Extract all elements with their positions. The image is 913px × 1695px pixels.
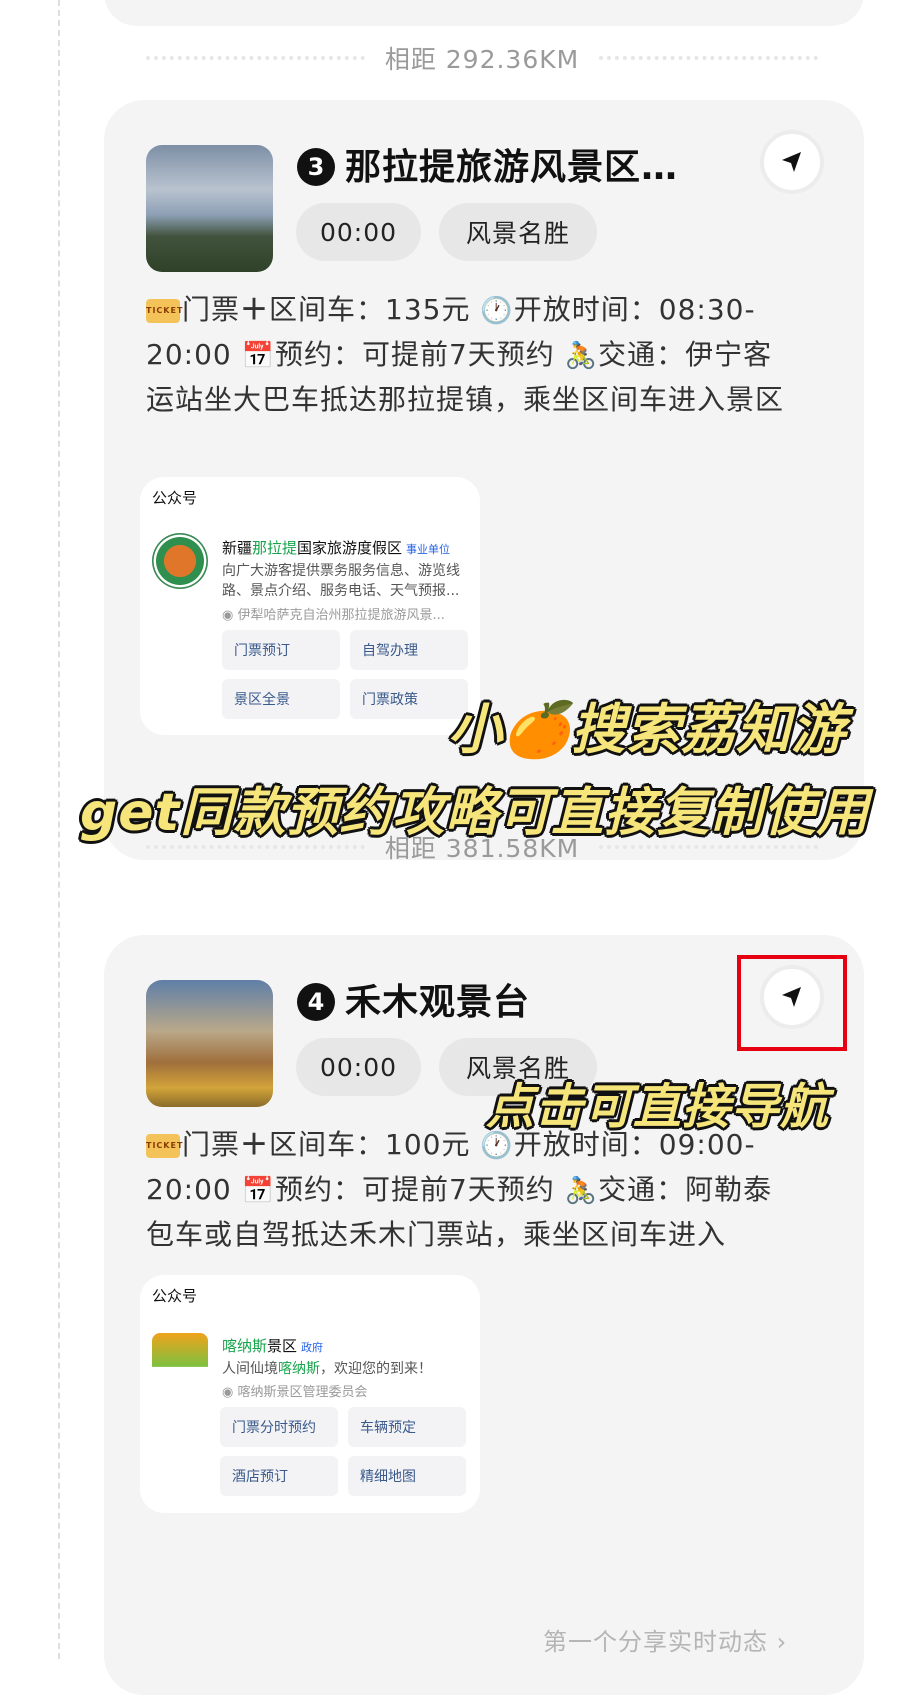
spot-number-badge: 4: [297, 983, 335, 1021]
desc-prefix: 人间仙境: [222, 1361, 278, 1377]
official-account-label: 公众号: [152, 489, 198, 507]
desc-highlight: 喀纳斯: [278, 1361, 320, 1377]
promo-prefix: 小: [448, 698, 503, 761]
self-drive-button[interactable]: 自驾办理: [350, 630, 468, 670]
navigation-arrow-icon: [782, 152, 801, 172]
desc-suffix: ，欢迎您的到来！: [320, 1361, 432, 1377]
ticket-label: 门票: [182, 1128, 241, 1161]
ticket-label: 门票: [182, 293, 241, 326]
navigate-highlight-box: [737, 955, 847, 1051]
verified-badge-icon: ◉: [222, 1385, 238, 1400]
plus-sign: ＋: [240, 1128, 270, 1161]
account-name-highlight: 那拉提: [252, 539, 298, 557]
panorama-button[interactable]: 景区全景: [222, 679, 340, 719]
ticket-icon: TICKET: [146, 1134, 182, 1158]
clock-icon: 🕐: [480, 296, 514, 326]
ticket-booking-button[interactable]: 门票预订: [222, 630, 340, 670]
hotel-booking-button[interactable]: 酒店预订: [220, 1456, 338, 1496]
divider: [599, 56, 819, 60]
distance-row-3: 相距 292.36KM: [146, 38, 819, 78]
ticket-icon: TICKET: [146, 299, 182, 323]
account-name[interactable]: 喀纳斯景区 政府: [222, 1335, 323, 1356]
vehicle-booking-button[interactable]: 车辆预定: [348, 1407, 466, 1447]
previous-spot-card: [104, 0, 864, 26]
account-name-prefix: 新疆: [222, 539, 253, 557]
account-name-highlight: 喀纳斯: [222, 1337, 268, 1355]
calendar-icon: 📅: [241, 1176, 275, 1206]
reservation-info: 预约：可提前7天预约: [274, 338, 555, 371]
verified-badge-icon: ◉: [222, 608, 238, 623]
spot-number-badge: 3: [297, 148, 335, 186]
official-account-card[interactable]: 公众号 新疆那拉提国家旅游度假区 事业单位 向广大游客提供票务服务信息、游览线路、…: [140, 477, 480, 735]
account-type-tag: 政府: [301, 1341, 324, 1354]
spot-photo[interactable]: [146, 980, 273, 1107]
account-type-tag: 事业单位: [406, 543, 451, 556]
official-account-label: 公众号: [152, 1287, 198, 1305]
divider: [146, 845, 365, 849]
calendar-icon: 📅: [241, 341, 275, 371]
promo-overlay-line1: 小🍊搜索荔知游: [448, 685, 846, 764]
spot-title[interactable]: 禾木观景台: [345, 973, 530, 1025]
spot-photo[interactable]: [146, 145, 273, 272]
spot-description: TICKET门票＋区间车：100元 🕐开放时间：09:00-20:00 📅预约：…: [146, 1123, 786, 1256]
account-owner-text: 喀纳斯景区管理委员会: [237, 1385, 368, 1400]
plus-sign: ＋: [240, 293, 270, 326]
ticket-price: 区间车：100元: [269, 1128, 471, 1161]
share-moment-link[interactable]: 第一个分享实时动态 ›: [543, 1622, 787, 1657]
account-description: 向广大游客提供票务服务信息、游览线路、景点介绍、服务电话、天气预报...: [222, 563, 460, 599]
timed-ticket-button[interactable]: 门票分时预约: [220, 1407, 338, 1447]
account-owner-text: 伊犁哈萨克自治州那拉提旅游风景...: [237, 608, 445, 623]
spot-description: TICKET门票＋区间车：135元 🕐开放时间：08:30-20:00 📅预约：…: [146, 288, 786, 421]
cyclist-icon: 🚴: [564, 1176, 599, 1206]
time-chip: 00:00: [296, 1038, 421, 1096]
time-chip: 00:00: [296, 203, 421, 261]
share-moment-text: 第一个分享实时动态: [543, 1628, 768, 1656]
account-name-suffix: 国家旅游度假区: [297, 539, 403, 557]
account-name-suffix: 景区: [267, 1337, 298, 1355]
account-description: 人间仙境喀纳斯，欢迎您的到来！: [222, 1359, 472, 1379]
cyclist-icon: 🚴: [564, 341, 599, 371]
promo-overlay-line3: 点击可直接导航: [486, 1079, 830, 1135]
ticket-price: 区间车：135元: [269, 293, 471, 326]
chevron-right-icon: ›: [776, 1628, 788, 1656]
promo-overlay-line2: get同款预约攻略可直接复制使用: [80, 783, 870, 843]
account-logo: [152, 1333, 208, 1389]
account-owner: ◉ 伊犁哈萨克自治州那拉提旅游风景...: [222, 604, 472, 623]
category-chip: 风景名胜: [439, 203, 597, 261]
divider: [599, 845, 819, 849]
tangerine-icon: 🍊: [503, 698, 572, 761]
account-owner: ◉ 喀纳斯景区管理委员会: [222, 1381, 472, 1400]
detailed-map-button[interactable]: 精细地图: [348, 1456, 466, 1496]
official-account-card[interactable]: 公众号 喀纳斯景区 政府 人间仙境喀纳斯，欢迎您的到来！ ◉ 喀纳斯景区管理委员会…: [140, 1275, 480, 1513]
spot-title[interactable]: 那拉提旅游风景区…: [345, 138, 678, 190]
navigate-button[interactable]: [760, 130, 824, 194]
timeline-line: [58, 0, 60, 1659]
divider: [146, 56, 365, 60]
reservation-info: 预约：可提前7天预约: [274, 1173, 555, 1206]
account-logo: [152, 533, 208, 589]
promo-suffix: 搜索荔知游: [571, 698, 847, 761]
account-name[interactable]: 新疆那拉提国家旅游度假区 事业单位: [222, 537, 450, 558]
distance-text: 相距 292.36KM: [384, 45, 580, 74]
